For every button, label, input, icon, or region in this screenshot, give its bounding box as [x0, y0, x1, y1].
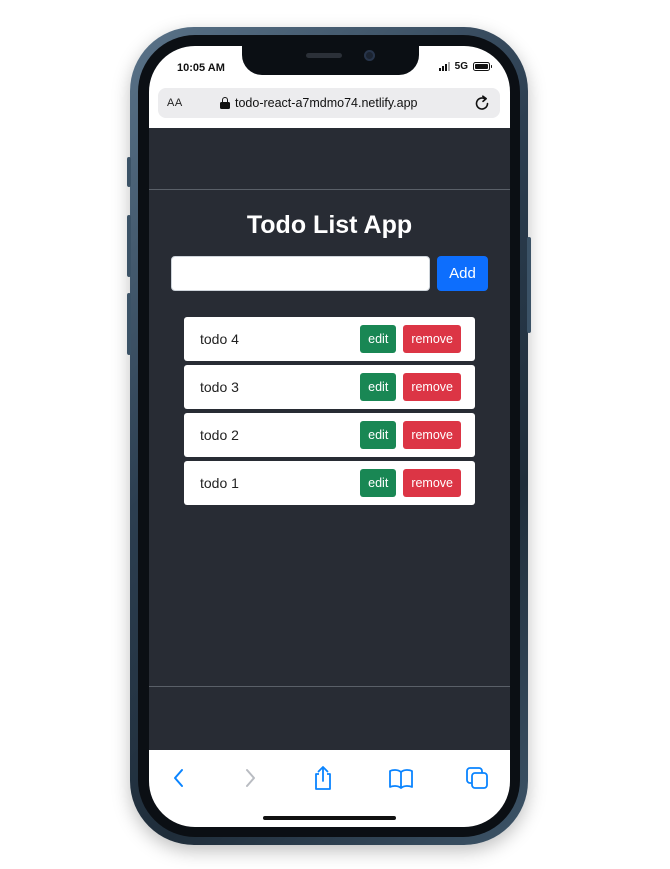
signal-icon — [438, 62, 450, 71]
mute-switch — [127, 157, 131, 187]
todo-item: todo 4 edit remove — [184, 317, 475, 361]
volume-down-button — [127, 293, 131, 355]
page-header — [149, 128, 510, 190]
bookmarks-icon — [389, 769, 413, 789]
page-title: Todo List App — [246, 211, 413, 239]
speaker-grille — [306, 53, 342, 58]
power-button — [527, 237, 531, 333]
browser-toolbar — [149, 750, 510, 827]
share-button[interactable] — [308, 766, 338, 790]
todo-list: todo 4 edit remove todo 3 edit remove to… — [184, 317, 475, 509]
notch — [242, 46, 419, 75]
share-icon — [315, 766, 331, 790]
battery-icon — [473, 62, 492, 71]
phone-screen: 10:05 AM 5G AA todo-react-a7mdmo74.netli… — [149, 46, 510, 827]
todo-text: todo 1 — [200, 475, 239, 491]
back-button[interactable] — [164, 766, 194, 790]
forward-icon — [246, 769, 255, 787]
edit-button[interactable]: edit — [360, 373, 397, 401]
todo-text: todo 2 — [200, 427, 239, 443]
todo-text: todo 3 — [200, 379, 239, 395]
todo-item: todo 2 edit remove — [184, 413, 475, 457]
edit-button[interactable]: edit — [360, 469, 397, 497]
home-indicator — [263, 816, 396, 820]
network-type: 5G — [454, 61, 468, 72]
forward-button[interactable] — [235, 766, 265, 790]
web-page: Todo List App Add todo 4 edit remove tod… — [149, 128, 510, 750]
address-bar[interactable]: AA todo-react-a7mdmo74.netlify.app — [158, 88, 500, 118]
back-icon — [174, 769, 183, 787]
text-size-button[interactable]: AA — [167, 97, 183, 109]
remove-button[interactable]: remove — [403, 373, 461, 401]
volume-up-button — [127, 215, 131, 277]
remove-button[interactable]: remove — [403, 325, 461, 353]
browser-top-chrome: 10:05 AM 5G AA todo-react-a7mdmo74.netli… — [149, 46, 510, 128]
todo-input[interactable] — [171, 256, 430, 291]
status-indicators: 5G — [438, 61, 492, 72]
remove-button[interactable]: remove — [403, 421, 461, 449]
status-time: 10:05 AM — [177, 62, 225, 74]
page-footer — [149, 686, 510, 750]
todo-item: todo 3 edit remove — [184, 365, 475, 409]
remove-button[interactable]: remove — [403, 469, 461, 497]
url-display[interactable]: todo-react-a7mdmo74.netlify.app — [220, 96, 418, 110]
tabs-icon — [466, 767, 488, 789]
edit-button[interactable]: edit — [360, 421, 397, 449]
todo-item: todo 1 edit remove — [184, 461, 475, 505]
lock-icon — [220, 97, 230, 109]
reload-icon[interactable] — [472, 93, 492, 113]
todo-text: todo 4 — [200, 331, 239, 347]
url-text: todo-react-a7mdmo74.netlify.app — [235, 96, 418, 110]
bookmarks-button[interactable] — [386, 766, 416, 790]
tabs-button[interactable] — [462, 766, 492, 790]
front-camera — [364, 50, 375, 61]
edit-button[interactable]: edit — [360, 325, 397, 353]
add-button[interactable]: Add — [437, 256, 488, 291]
